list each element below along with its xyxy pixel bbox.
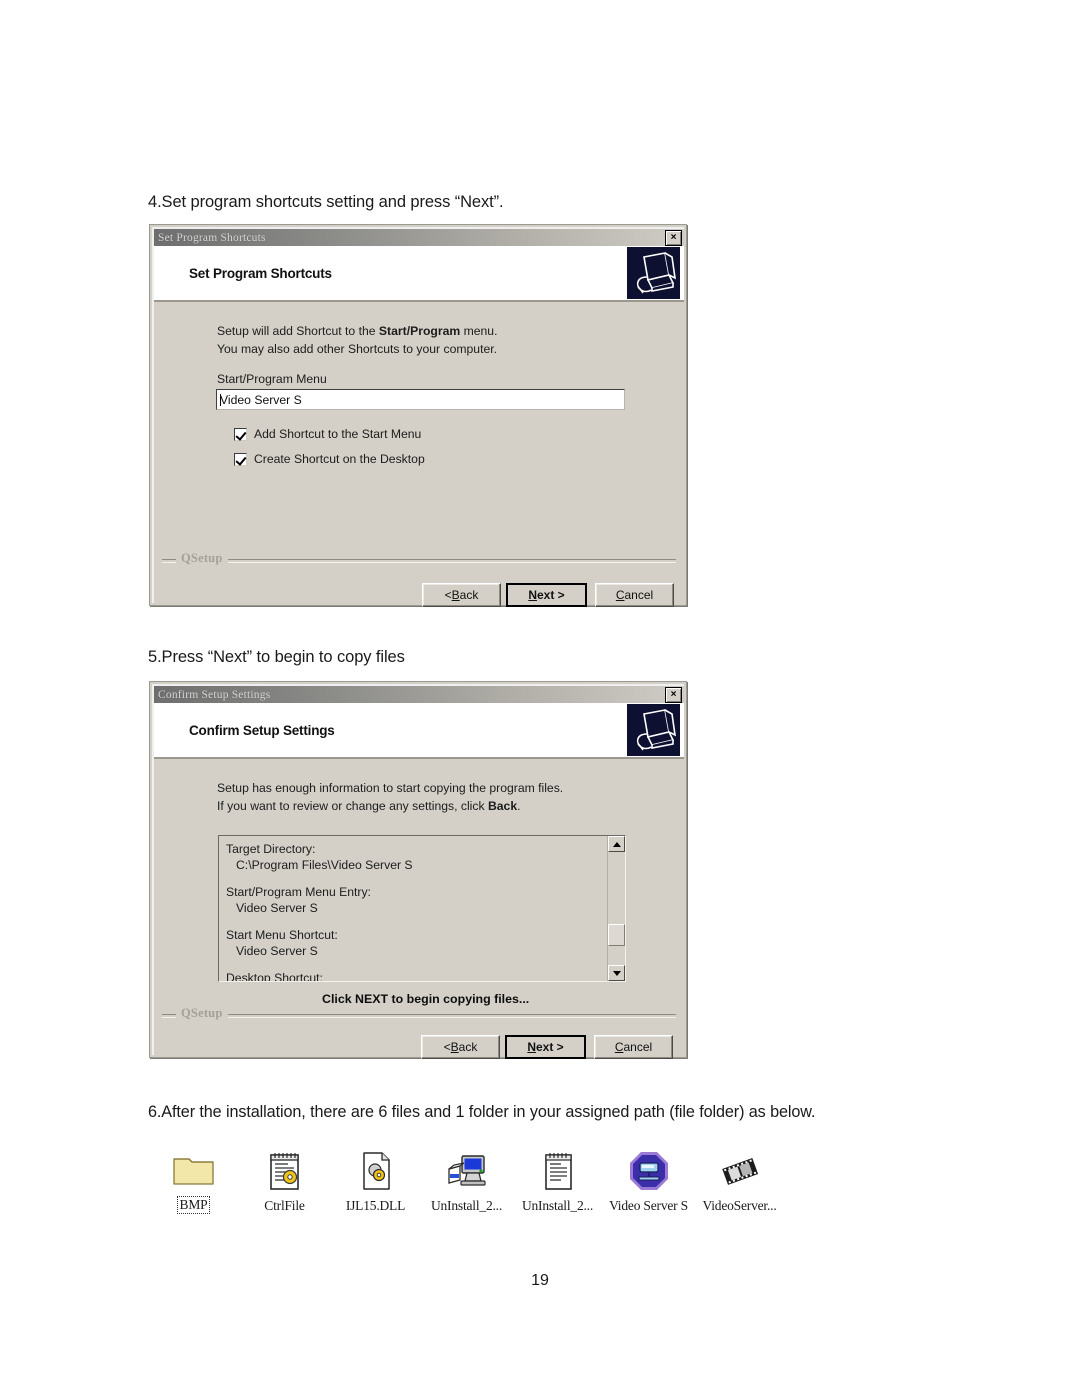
dialog-body: Setup will add Shortcut to the Start/Pro… [154, 302, 684, 607]
dialog-inner-frame: Set Program Shortcuts × Set Program Shor… [152, 227, 684, 607]
click-next-note: Click NEXT to begin copying files... [322, 992, 530, 1006]
dll-page-gear-icon [354, 1149, 398, 1193]
titlebar: Set Program Shortcuts × [154, 229, 684, 246]
summary-line: Target Directory: [226, 842, 316, 856]
file-label: UnInstall_2... [521, 1198, 594, 1213]
confirm-setup-settings-dialog: Confirm Setup Settings × Confirm Setup S… [149, 681, 687, 1059]
dialog-header: Set Program Shortcuts [154, 246, 684, 302]
summary-line: Video Server S [236, 944, 318, 958]
qsetup-group-label: QSetup [176, 551, 228, 566]
dialog-body: Setup has enough information to start co… [154, 759, 684, 1059]
back-button[interactable]: < Back [421, 1035, 500, 1059]
summary-line: Desktop Shortcut: [226, 971, 323, 982]
body-line-1-pre: Setup will add Shortcut to the [217, 324, 379, 338]
document-page: 4.Set program shortcuts setting and pres… [0, 0, 1080, 1397]
body-line-2: If you want to review or change any sett… [217, 799, 521, 813]
body-line-2-pre: If you want to review or change any sett… [217, 799, 488, 813]
file-label: UnInstall_2... [430, 1198, 503, 1213]
close-icon[interactable]: × [665, 229, 682, 246]
step-5-instruction: 5.Press “Next” to begin to copy files [148, 648, 405, 666]
uninstall-computer-icon [445, 1149, 489, 1193]
file-label: CtrlFile [264, 1198, 305, 1213]
summary-gap [226, 959, 608, 970]
body-line-2-bold: Back [487, 799, 518, 813]
notepad-icon [536, 1149, 580, 1193]
page-number: 19 [531, 1272, 549, 1289]
video-server-octagon-icon [627, 1149, 671, 1193]
cancel-button[interactable]: Cancel [594, 1035, 673, 1059]
file-item-ctrlfile[interactable]: CtrlFile [239, 1149, 330, 1214]
group-separator [162, 1014, 676, 1018]
step-4-instruction: 4.Set program shortcuts setting and pres… [148, 193, 504, 211]
group-separator [162, 559, 676, 563]
summary-line: Video Server S [236, 901, 318, 915]
start-program-menu-label: Start/Program Menu [217, 372, 327, 386]
create-desktop-shortcut-label: Create Shortcut on the Desktop [254, 452, 425, 466]
installed-files-icon-row: BMP CtrlFile IJL15.DLL UnInstall_2... Un… [148, 1147, 788, 1214]
body-line-1-post: menu. [460, 324, 498, 338]
next-button[interactable]: Next > [506, 583, 587, 607]
start-program-menu-input[interactable]: Video Server S [216, 389, 625, 410]
scroll-up-icon[interactable] [608, 836, 625, 852]
start-program-menu-value: Video Server S [220, 393, 302, 407]
dialog-header-title: Confirm Setup Settings [189, 722, 335, 738]
add-start-menu-shortcut-checkbox-row[interactable]: Add Shortcut to the Start Menu [234, 427, 421, 441]
notepad-gear-icon [263, 1149, 307, 1193]
body-line-1-bold: Start/Program [378, 324, 461, 338]
settings-summary-listbox[interactable]: Target Directory: C:\Program Files\Video… [218, 835, 626, 982]
dialog-header: Confirm Setup Settings [154, 703, 684, 759]
scrollbar-track[interactable] [608, 852, 625, 965]
cancel-button[interactable]: Cancel [595, 583, 674, 607]
summary-line: C:\Program Files\Video Server S [236, 858, 413, 872]
scroll-down-icon[interactable] [608, 965, 625, 981]
back-button[interactable]: < Back [422, 583, 501, 607]
titlebar: Confirm Setup Settings × [154, 686, 684, 703]
dialog-inner-frame: Confirm Setup Settings × Confirm Setup S… [152, 684, 684, 1059]
step-6-instruction: 6.After the installation, there are 6 fi… [148, 1103, 816, 1121]
file-item-ijl15-dll[interactable]: IJL15.DLL [330, 1149, 421, 1214]
film-strip-icon [718, 1149, 762, 1193]
vertical-scrollbar[interactable] [607, 836, 625, 981]
summary-line: Start Menu Shortcut: [226, 928, 338, 942]
add-start-menu-shortcut-label: Add Shortcut to the Start Menu [254, 427, 422, 441]
body-line-1: Setup will add Shortcut to the Start/Pro… [217, 324, 497, 338]
file-item-bmp[interactable]: BMP [148, 1147, 239, 1214]
body-line-2: You may also add other Shortcuts to your… [217, 342, 498, 356]
scrollbar-thumb[interactable] [608, 924, 625, 946]
checkbox-checked-icon[interactable] [234, 452, 247, 466]
create-desktop-shortcut-checkbox-row[interactable]: Create Shortcut on the Desktop [234, 452, 425, 466]
settings-summary-text: Target Directory: C:\Program Files\Video… [219, 836, 608, 981]
file-item-uninstall-log[interactable]: UnInstall_2... [512, 1149, 603, 1214]
file-label: VideoServer... [702, 1198, 777, 1213]
file-item-uninstall-exe[interactable]: UnInstall_2... [421, 1149, 512, 1214]
set-program-shortcuts-dialog: Set Program Shortcuts × Set Program Shor… [149, 224, 687, 607]
file-label: BMP [176, 1196, 211, 1214]
next-button[interactable]: Next > [505, 1035, 586, 1059]
file-label: IJL15.DLL [345, 1198, 406, 1213]
body-line-1: Setup has enough information to start co… [217, 781, 564, 795]
qsetup-group-label: QSetup [176, 1006, 228, 1021]
setup-computer-icon [627, 247, 680, 299]
summary-gap [226, 916, 608, 927]
close-icon[interactable]: × [665, 686, 682, 703]
file-item-video-server-s[interactable]: Video Server S [603, 1149, 694, 1214]
checkbox-checked-icon[interactable] [234, 427, 247, 441]
file-item-videoserver-avi[interactable]: VideoServer... [694, 1149, 785, 1214]
file-label: Video Server S [609, 1198, 688, 1213]
summary-gap [226, 873, 608, 884]
summary-line: Start/Program Menu Entry: [226, 885, 371, 899]
titlebar-title: Confirm Setup Settings [158, 688, 271, 701]
body-line-2-post: . [517, 799, 521, 813]
setup-computer-icon [627, 704, 680, 756]
folder-icon [172, 1147, 216, 1191]
titlebar-title: Set Program Shortcuts [158, 231, 266, 244]
dialog-header-title: Set Program Shortcuts [189, 265, 332, 281]
